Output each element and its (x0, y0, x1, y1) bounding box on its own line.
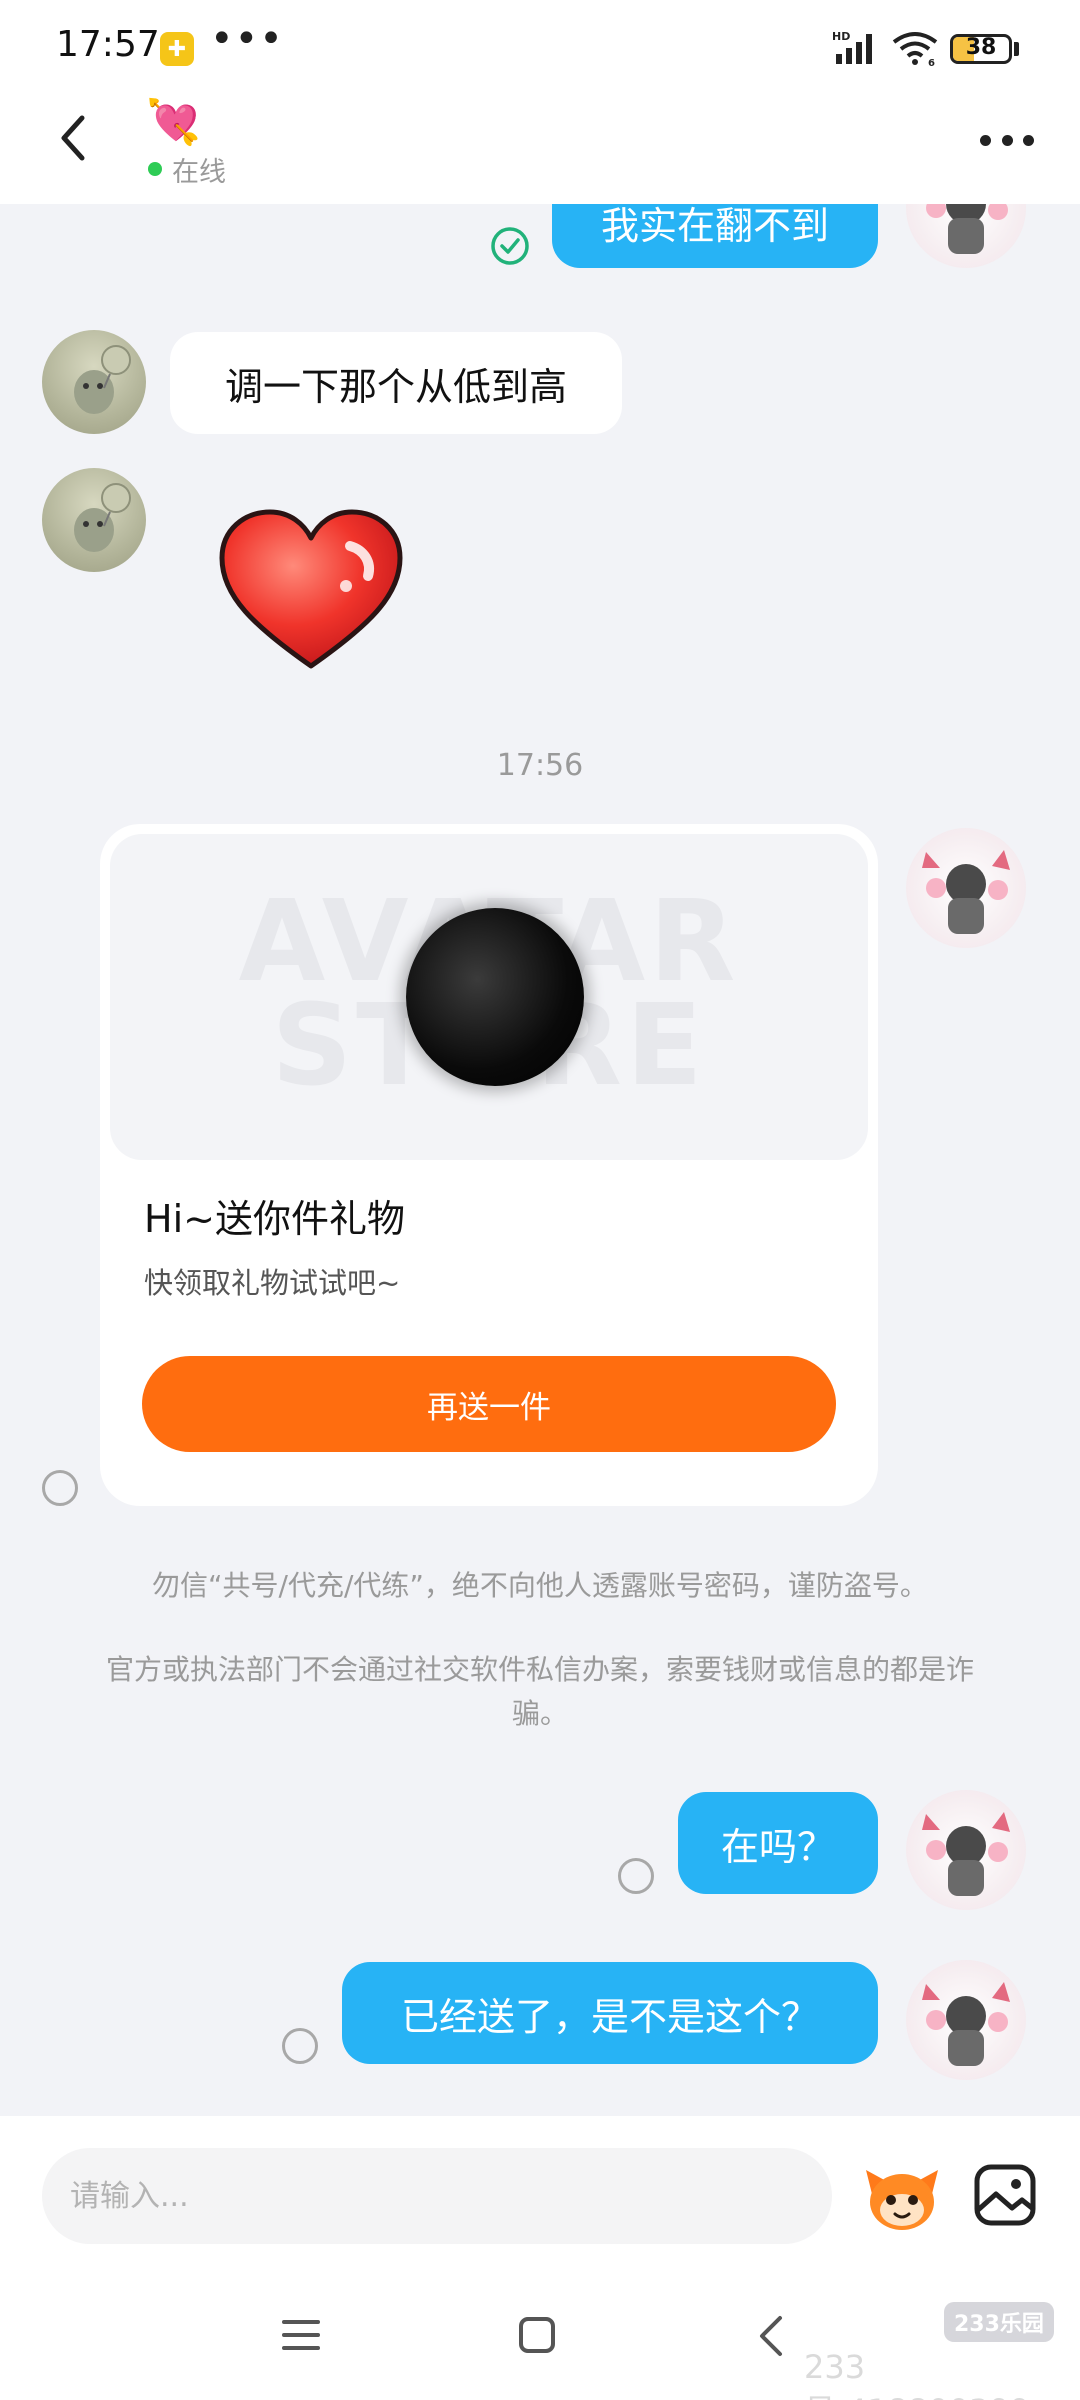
app-notification-icon: ✚ (160, 32, 194, 66)
my-avatar[interactable] (906, 204, 1026, 268)
more-button[interactable] (972, 116, 1042, 164)
message-bubble-me[interactable]: 在吗？ (678, 1792, 878, 1894)
contact-name: 💘 (146, 97, 201, 148)
unread-status-icon (618, 1858, 654, 1894)
gift-subtitle: 快领取礼物试试吧~ (144, 1266, 401, 1300)
nav-home-button[interactable] (518, 2316, 556, 2354)
my-avatar[interactable] (906, 828, 1026, 948)
message-bubble-me[interactable]: 已经送了，是不是这个？ (342, 1962, 878, 2064)
read-check-icon (490, 226, 530, 266)
watermark-id: 233号:418800399 (804, 2348, 1030, 2400)
emoji-button[interactable] (862, 2164, 942, 2232)
unread-status-icon (42, 1470, 78, 1506)
gift-title: Hi~送你件礼物 (144, 1197, 405, 1241)
battery-level: 38 (965, 35, 997, 60)
image-icon (974, 2164, 1036, 2226)
network-label: HD (832, 30, 850, 43)
my-avatar[interactable] (906, 1790, 1026, 1910)
gift-item-image (406, 908, 584, 1086)
heart-sticker[interactable] (214, 506, 408, 676)
battery-tip (1014, 42, 1019, 56)
message-bubble-other[interactable]: 调一下那个从低到高 (170, 332, 622, 434)
message-bubble-me[interactable]: 我实在翻不到 (552, 204, 878, 268)
more-icon (980, 134, 991, 146)
contact-avatar[interactable] (42, 330, 146, 434)
signal-icon: HD (832, 30, 882, 70)
unread-status-icon (282, 2028, 318, 2064)
wifi-icon: 6 (890, 30, 940, 70)
nav-menu-button[interactable] (280, 2318, 322, 2352)
contact-avatar[interactable] (42, 468, 146, 572)
fraud-notice: 官方或执法部门不会通过社交软件私信办案，索要钱财或信息的都是诈骗。 (105, 1653, 974, 1730)
status-time: 17:57 (56, 24, 160, 65)
security-notice: 勿信“共号/代充/代练”，绝不向他人透露账号密码，谨防盗号。 (152, 1569, 928, 1602)
back-button[interactable] (44, 108, 104, 168)
back-icon (61, 115, 85, 161)
status-more-dots: ••• (210, 16, 284, 62)
home-icon (519, 2317, 555, 2353)
send-another-gift-button[interactable]: 再送一件 (142, 1356, 836, 1452)
nav-back-button[interactable] (756, 2314, 786, 2358)
my-avatar[interactable] (906, 1960, 1026, 2080)
message-input[interactable] (42, 2148, 832, 2244)
emoji-icon (866, 2170, 938, 2230)
time-divider: 17:56 (496, 748, 584, 783)
menu-icon (282, 2320, 320, 2350)
svg-text:6: 6 (928, 58, 935, 66)
online-indicator (148, 162, 162, 176)
back-icon (760, 2316, 782, 2356)
online-status: 在线 (172, 157, 226, 188)
gift-image: AVATAR STORE (110, 834, 868, 1160)
battery-icon: 38 (950, 34, 1012, 64)
image-button[interactable] (972, 2162, 1038, 2228)
gift-card[interactable]: AVATAR STORE Hi~送你件礼物 快领取礼物试试吧~ 再送一件 (100, 824, 878, 1506)
watermark-badge: 233乐园 (944, 2302, 1054, 2342)
